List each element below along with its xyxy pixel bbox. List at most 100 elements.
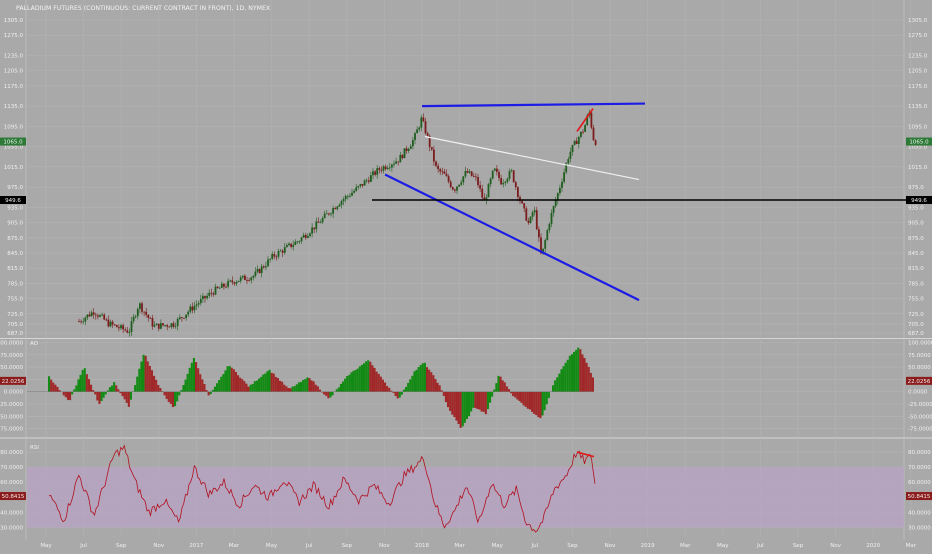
ao-tick-right: -50.0000: [908, 414, 932, 420]
ao-bar: [260, 377, 262, 392]
x-axis-label: Mar: [454, 543, 465, 549]
candle-body: [244, 276, 246, 280]
rsi-tick-right: 80.0000: [908, 450, 931, 456]
ao-bar: [468, 392, 470, 417]
ao-bar: [521, 392, 523, 403]
candle-body: [166, 325, 168, 327]
candle-body: [570, 152, 572, 159]
candle-body: [490, 179, 492, 185]
ao-bar: [447, 392, 449, 407]
candle-body: [112, 322, 114, 325]
candle-body: [397, 161, 399, 162]
candle-body: [402, 155, 404, 158]
candle-body: [513, 170, 515, 182]
candle-body: [343, 199, 345, 201]
ao-bar: [554, 380, 556, 392]
candle-body: [353, 191, 355, 193]
ao-bar: [344, 379, 346, 392]
candle-body: [504, 182, 506, 183]
ao-bar: [96, 392, 98, 401]
ao-bar: [231, 368, 233, 392]
candle-body: [290, 244, 292, 247]
candle-body: [360, 184, 362, 186]
x-axis-label: Sep: [116, 543, 127, 549]
candle-body: [357, 186, 359, 187]
ao-bar: [195, 362, 197, 392]
ao-bar: [98, 392, 100, 404]
candle-body: [391, 165, 393, 168]
ao-bar: [189, 368, 191, 392]
ao-bar: [250, 385, 252, 392]
ao-bar: [367, 360, 369, 392]
price-tick-right: 725.0: [908, 312, 924, 318]
candle-body: [240, 277, 242, 280]
ao-bar: [458, 392, 460, 424]
ao-bar: [558, 374, 560, 392]
candle-body: [376, 168, 378, 175]
candle-body: [534, 210, 536, 212]
candle-body: [349, 196, 351, 197]
ao-bar: [516, 392, 518, 400]
ao-bar: [170, 392, 172, 404]
ao-bar: [357, 369, 359, 392]
ao-bar: [134, 385, 136, 392]
price-tick-left: 755.0: [7, 297, 23, 303]
candle-body: [250, 278, 252, 281]
ao-bar: [298, 382, 300, 392]
ao-bar: [241, 379, 243, 392]
ao-bar: [590, 373, 592, 392]
price-tick-right: 905.0: [908, 221, 924, 227]
candle-body: [137, 309, 139, 316]
ao-bar: [283, 385, 285, 392]
price-tick-right: 785.0: [908, 281, 924, 287]
candle-body: [345, 196, 347, 199]
candle-body: [236, 282, 238, 284]
candle-body: [444, 172, 446, 174]
price-tick-left: 1235.0: [4, 53, 24, 59]
price-tick-right: 1275.0: [908, 33, 928, 39]
candle-body: [89, 315, 91, 317]
ao-bar: [460, 392, 462, 428]
candle-body: [521, 201, 523, 203]
candle-body: [313, 227, 315, 229]
candle-body: [576, 141, 578, 144]
ao-bar: [115, 385, 117, 392]
palladium-chart[interactable]: 1305.01305.01275.01275.01235.01235.01205…: [0, 0, 932, 550]
last-price-badge-right: 1065.0: [909, 140, 929, 146]
ao-bar: [197, 368, 199, 392]
ao-bar: [581, 354, 583, 392]
candle-body: [492, 171, 494, 179]
ao-bar: [579, 349, 581, 392]
price-tick-right: 687.0: [908, 331, 924, 337]
chart-title: PALLADIUM FUTURES (CONTINUOUS: CURRENT C…: [16, 5, 271, 12]
candle-body: [91, 312, 93, 316]
candle-body: [286, 245, 288, 247]
candle-body: [332, 208, 334, 214]
ao-bar: [77, 379, 79, 392]
ao-bar: [388, 388, 390, 392]
candle-body: [496, 169, 498, 172]
level-badge-right: 949.6: [911, 198, 927, 204]
candle-body: [154, 325, 156, 326]
ao-bar: [405, 387, 407, 392]
candle-body: [525, 208, 527, 220]
ao-bar: [208, 392, 210, 396]
candle-body: [544, 240, 546, 249]
candle-body: [152, 318, 154, 326]
ao-bar: [256, 381, 258, 392]
candle-body: [452, 187, 454, 190]
ao-bar: [258, 379, 260, 392]
x-axis-label: Jul: [756, 543, 764, 549]
candle-body: [164, 325, 166, 326]
ao-bar: [109, 387, 111, 392]
candle-body: [208, 293, 210, 296]
ao-bar: [571, 354, 573, 392]
candle-body: [446, 174, 448, 176]
x-axis-label: 2017: [189, 543, 203, 549]
ao-bar: [350, 372, 352, 392]
ao-bar: [111, 386, 113, 392]
candle-body: [462, 176, 464, 182]
ao-bar: [67, 392, 69, 400]
ao-bar: [279, 381, 281, 392]
candle-body: [305, 235, 307, 238]
